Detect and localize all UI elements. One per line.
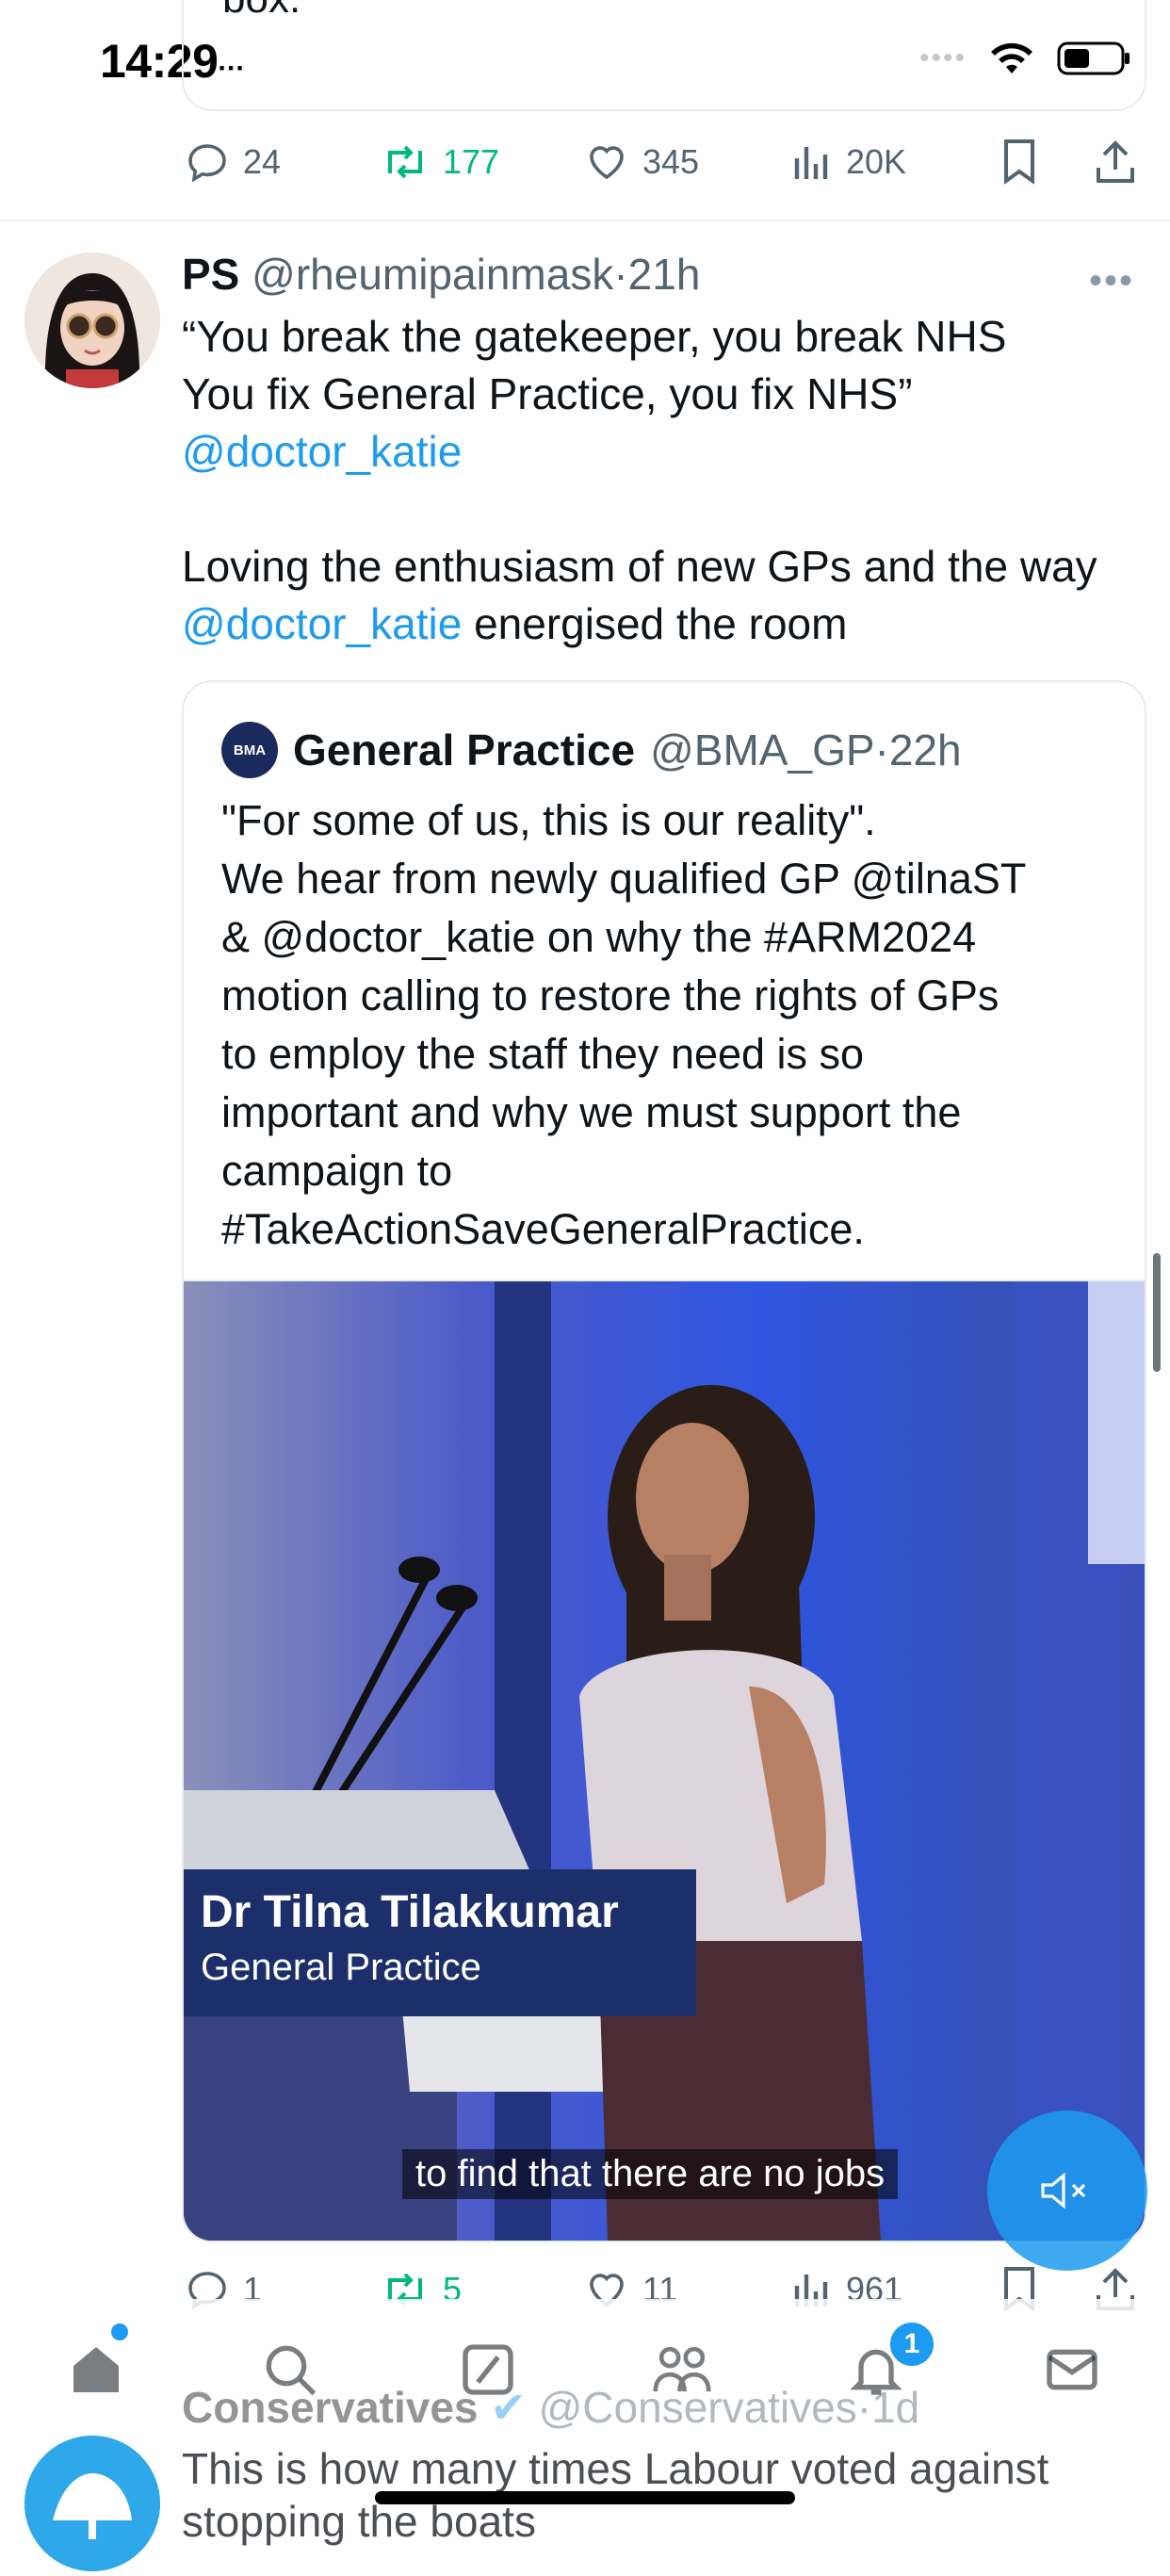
like-count: 345 (642, 142, 700, 181)
quote-line: important and why we must support the (221, 1088, 962, 1136)
retweet-button[interactable]: 177 (381, 139, 584, 185)
tweet-line: You fix General Practice, you fix NHS” (182, 369, 913, 418)
bma-logo: BMA (221, 722, 278, 778)
quote-line: #TakeActionSaveGeneralPractice. (221, 1205, 865, 1253)
tab-communities[interactable] (644, 2332, 720, 2407)
tab-messages[interactable] (1034, 2332, 1110, 2407)
tab-home[interactable] (58, 2332, 134, 2407)
quote-line: We hear from newly qualified GP @tilnaST (221, 855, 1027, 903)
video-frame (184, 1281, 1145, 2241)
bookmark-icon[interactable] (999, 138, 1040, 187)
quote-text: "For some of us, this is our reality". W… (221, 791, 1116, 1259)
quote-line: to employ the staff they need is so (221, 1030, 865, 1078)
next-author-name[interactable]: Conservatives (182, 2383, 479, 2432)
tweet-header: PS @rheumipainmask·21h (182, 249, 700, 300)
previous-quote-text: box. (222, 0, 301, 23)
views-button[interactable]: 20K (791, 139, 999, 185)
heart-icon (590, 146, 624, 180)
video-caption: to find that there are no jobs (402, 2149, 899, 2199)
tweet-divider (0, 220, 1170, 221)
tweet-line: “You break the gatekeeper, you break NHS (182, 312, 1007, 361)
notification-count: 1 (903, 2328, 920, 2359)
like-button[interactable]: 345 (584, 139, 791, 185)
bma-logo-text: BMA (233, 742, 267, 758)
share-icon[interactable] (1093, 138, 1138, 187)
notification-badge: 1 (887, 2320, 936, 2369)
quote-time: 22h (888, 726, 962, 774)
views-icon (794, 147, 828, 179)
previous-tweet-actions: 24 177 345 20K (185, 138, 1146, 187)
quote-line: "For some of us, this is our reality". (221, 796, 876, 844)
search-icon (266, 2345, 317, 2396)
bottom-tab-bar (0, 2299, 1170, 2386)
quote-line: & @doctor_katie on why the #ARM2024 (221, 913, 977, 961)
grok-icon (463, 2344, 513, 2395)
quote-header: BMA General Practice @BMA_GP·22h (221, 722, 962, 778)
tab-search[interactable] (252, 2332, 328, 2407)
home-indicator (375, 2491, 795, 2504)
author-name[interactable]: PS (182, 250, 239, 299)
quote-line: motion calling to restore the rights of … (221, 971, 999, 1019)
quote-line: campaign to (221, 1147, 453, 1195)
next-tweet-avatar[interactable] (24, 2436, 160, 2571)
mute-button[interactable] (987, 2111, 1147, 2271)
tweet-time: 21h (627, 250, 701, 299)
quote-author-name[interactable]: General Practice (293, 725, 635, 775)
separator: · (613, 250, 628, 299)
speaker-muted-icon (1041, 2172, 1086, 2209)
reply-count: 24 (243, 142, 282, 181)
reply-icon (188, 144, 226, 183)
more-options-icon[interactable]: ••• (1089, 260, 1134, 302)
tweet-line: Loving the enthusiasm of new GPs and the… (182, 542, 1097, 591)
avatar[interactable] (24, 253, 160, 388)
mention-link[interactable]: @doctor_katie (182, 423, 1143, 481)
quoted-tweet[interactable]: BMA General Practice @BMA_GP·22h "For so… (182, 680, 1146, 2242)
mention-link[interactable]: @doctor_katie (182, 599, 462, 648)
scrollbar[interactable] (1153, 1253, 1161, 1372)
tab-grok[interactable] (450, 2332, 526, 2407)
lower-third-subtitle: General Practice (201, 1947, 481, 1988)
reply-button[interactable]: 24 (185, 139, 381, 185)
views-count: 20K (846, 142, 907, 181)
retweet-count: 177 (443, 142, 500, 181)
home-unread-dot (111, 2323, 128, 2340)
video-lower-third: Dr Tilna Tilakkumar General Practice (184, 1869, 696, 2016)
lower-third-name: Dr Tilna Tilakkumar (201, 1887, 619, 1937)
tweet-line: energised the room (462, 599, 848, 648)
messages-icon (1047, 2349, 1097, 2390)
home-icon (73, 2347, 119, 2392)
communities-icon (653, 2346, 711, 2392)
tweet-text: “You break the gatekeeper, you break NHS… (182, 308, 1143, 653)
previous-quote-card[interactable] (182, 0, 1146, 111)
author-handle[interactable]: @rheumipainmask (252, 250, 613, 299)
quote-handle[interactable]: @BMA_GP (650, 726, 874, 774)
separator: · (874, 726, 889, 774)
video-player[interactable]: Dr Tilna Tilakkumar General Practice to … (184, 1281, 1145, 2241)
retweet-icon (388, 145, 422, 179)
